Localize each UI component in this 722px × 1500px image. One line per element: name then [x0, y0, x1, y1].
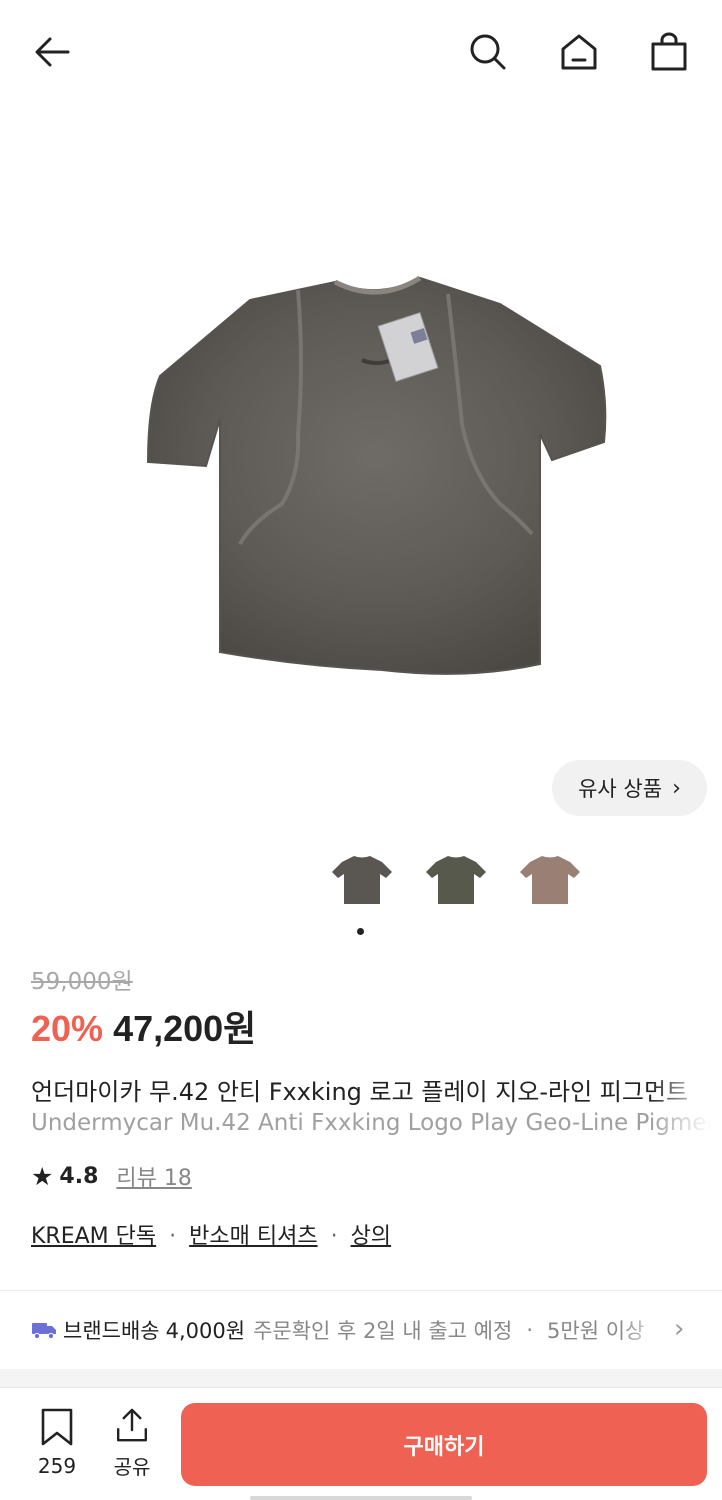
discount-rate: 20%	[31, 1008, 104, 1049]
rating-score: 4.8	[59, 1163, 99, 1189]
delivery-truck-icon	[32, 1323, 56, 1340]
bookmark-count: 259	[37, 1454, 77, 1478]
gallery-page-indicator	[357, 928, 364, 935]
thumbnail-tshirt-image	[426, 856, 486, 904]
rating-row: ★ 4.8 리뷰 18	[31, 1160, 192, 1192]
section-spacer	[0, 1369, 722, 1387]
thumbnail-3[interactable]	[518, 848, 582, 912]
review-link[interactable]: 리뷰 18	[116, 1160, 191, 1192]
thumbnail-2[interactable]	[424, 848, 488, 912]
category-tags: KREAM 단독 · 반소매 티셔츠 · 상의	[31, 1218, 391, 1250]
shipping-info-row[interactable]: 브랜드배송 4,000원 주문확인 후 2일 내 출고 예정 · 5만원 이상	[0, 1291, 722, 1369]
search-icon	[470, 34, 506, 70]
tag-tops[interactable]: 상의	[351, 1224, 391, 1249]
original-price: 59,000원	[31, 969, 133, 995]
tag-exclusive[interactable]: KREAM 단독	[31, 1224, 156, 1249]
shipping-fee: 4,000원	[165, 1319, 246, 1343]
bookmark-button[interactable]: 259	[29, 1408, 85, 1480]
similar-products-button[interactable]: 유사 상품 ›	[552, 760, 707, 816]
bottom-action-bar: 259 공유 구매하기	[0, 1387, 722, 1500]
tag-separator: ·	[169, 1224, 177, 1249]
thumbnail-1[interactable]	[330, 848, 394, 912]
title-fade-overlay	[650, 1068, 722, 1144]
chevron-right-icon: ›	[672, 775, 681, 801]
similar-products-label: 유사 상품	[578, 777, 663, 801]
shipping-separator: ·	[526, 1318, 534, 1342]
share-button[interactable]: 공유	[104, 1408, 160, 1480]
thumbnail-tshirt-image	[520, 856, 580, 904]
cart-button[interactable]	[641, 24, 697, 80]
shipping-fade-overlay	[620, 1300, 680, 1360]
star-icon: ★	[31, 1161, 54, 1191]
back-button[interactable]	[24, 24, 80, 80]
product-image[interactable]	[0, 104, 722, 824]
thumbnail-strip	[0, 848, 722, 912]
chevron-right-icon[interactable]: ›	[674, 1314, 684, 1344]
home-icon	[561, 34, 597, 70]
share-label: 공유	[113, 1455, 151, 1479]
shipping-eta: 주문확인 후 2일 내 출고 예정	[253, 1319, 513, 1343]
arrow-left-icon	[35, 37, 70, 67]
search-button[interactable]	[460, 24, 516, 80]
sale-price: 47,200원	[113, 1008, 257, 1049]
top-nav-bar	[0, 0, 722, 104]
thumbnail-tshirt-image	[332, 856, 392, 904]
tshirt-image	[146, 275, 607, 675]
tag-short-sleeve[interactable]: 반소매 티셔츠	[189, 1224, 317, 1249]
bookmark-icon	[41, 1408, 73, 1446]
product-name-korean: 언더마이카 무.42 안티 Fxxking 로고 플레이 지오-라인 피그먼트	[31, 1078, 689, 1106]
product-name-english: Undermycar Mu.42 Anti Fxxking Logo Play …	[31, 1110, 722, 1136]
home-button[interactable]	[551, 24, 607, 80]
shipping-type: 브랜드배송	[63, 1319, 160, 1343]
share-icon	[116, 1408, 148, 1442]
buy-button[interactable]: 구매하기	[181, 1403, 707, 1486]
price-row: 20% 47,200원	[31, 1000, 256, 1052]
shopping-bag-icon	[651, 32, 687, 71]
home-indicator	[250, 1496, 472, 1500]
tag-separator: ·	[330, 1224, 338, 1249]
